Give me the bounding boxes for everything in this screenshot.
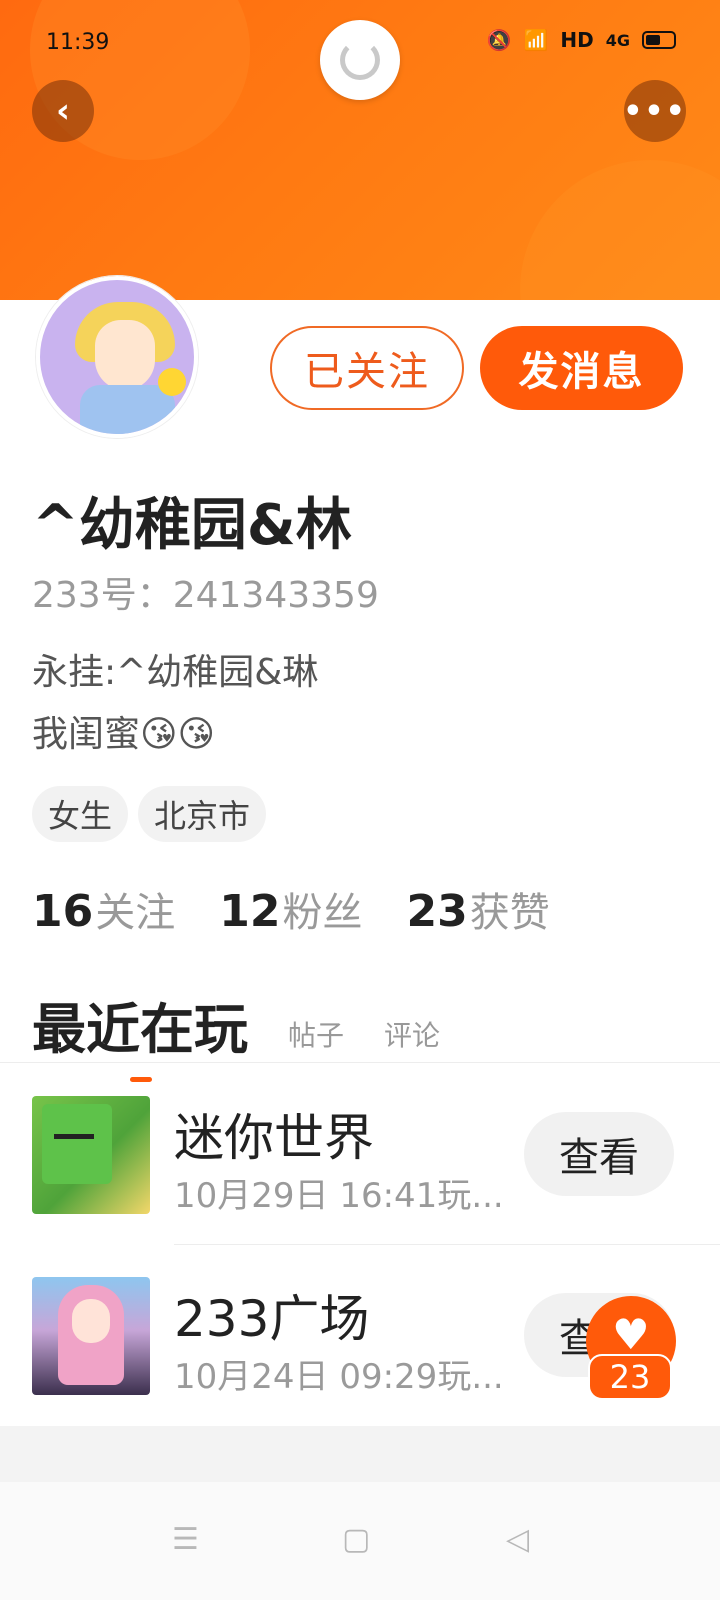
system-nav-bar: ☰ ▢ ◁ [0,1482,720,1600]
refresh-spinner-icon [340,40,380,80]
location-tag: 北京市 [138,786,267,842]
tab-posts[interactable]: 帖子 [288,1014,344,1054]
status-time: 11:39 [46,30,110,55]
banner-decoration [520,160,720,310]
status-icons: 🔕 📶 HD 4G [487,28,676,52]
fans-stat[interactable]: 12粉丝 [219,880,362,938]
tab-comments[interactable]: 评论 [384,1014,440,1054]
more-horizontal-icon: ••• [623,93,687,129]
likes-stat: 23获赞 [406,880,549,938]
game-name: 233广场 [174,1290,370,1348]
like-count-badge: 23 [588,1354,672,1400]
tab-divider [0,1062,720,1063]
send-message-button[interactable]: 发消息 [480,326,683,410]
game-thumbnail [32,1277,150,1395]
fans-count: 12 [219,886,281,937]
game-last-played: 10月24日 09:29玩... [174,1357,504,1397]
content-footer [0,1426,720,1482]
profile-stats: 16关注 12粉丝 23获赞 [32,880,550,938]
bio-line: 我闺蜜😘😘 [32,714,216,755]
avatar-smiley [158,368,186,396]
cellular-indicator: 4G [605,30,630,50]
chevron-left-icon: ‹ [55,91,70,131]
fans-label: 粉丝 [282,890,363,936]
avatar-shirt [80,385,175,434]
gender-tag: 女生 [32,786,129,842]
game-name: 迷你世界 [174,1109,374,1167]
row-divider [174,1244,720,1245]
following-count: 16 [32,886,94,937]
likes-label: 获赞 [469,890,550,936]
wifi-icon: 📶 [523,28,549,52]
game-thumbnail-art [54,1134,94,1146]
mute-icon: 🔕 [486,28,512,52]
avatar[interactable] [36,276,198,438]
game-thumbnail-art [72,1299,110,1343]
more-button[interactable]: ••• [623,80,687,142]
bio-line: 永挂:^幼稚园&琳 [32,652,319,693]
profile-tags: 女生 北京市 [32,786,267,842]
heart-icon: ♥ [612,1309,650,1359]
tab-recently-played[interactable]: 最近在玩 [32,985,248,1082]
likes-count: 23 [406,886,468,937]
refresh-spinner [320,20,400,100]
following-stat[interactable]: 16关注 [32,880,175,938]
user-id: 233号：241343359 [32,575,379,616]
hd-indicator: HD [560,28,594,52]
menu-icon[interactable]: ☰ [172,1522,199,1557]
battery-icon [642,31,676,49]
profile-tabs: 最近在玩 帖子 评论 [32,985,440,1082]
following-label: 关注 [95,890,176,936]
bio: 永挂:^幼稚园&琳 我闺蜜😘😘 [32,642,318,766]
game-list-item[interactable]: 迷你世界 10月29日 16:41玩... 查看 [0,1096,720,1246]
home-square-icon[interactable]: ▢ [342,1522,370,1557]
game-thumbnail [32,1096,150,1214]
avatar-face [95,320,155,390]
back-triangle-icon[interactable]: ◁ [506,1522,529,1557]
username: ^幼稚园&林 [32,493,352,558]
view-game-button[interactable]: 查看 [524,1112,674,1196]
followed-button[interactable]: 已关注 [270,326,464,410]
back-button[interactable]: ‹ [32,80,94,142]
game-last-played: 10月29日 16:41玩... [174,1176,504,1216]
